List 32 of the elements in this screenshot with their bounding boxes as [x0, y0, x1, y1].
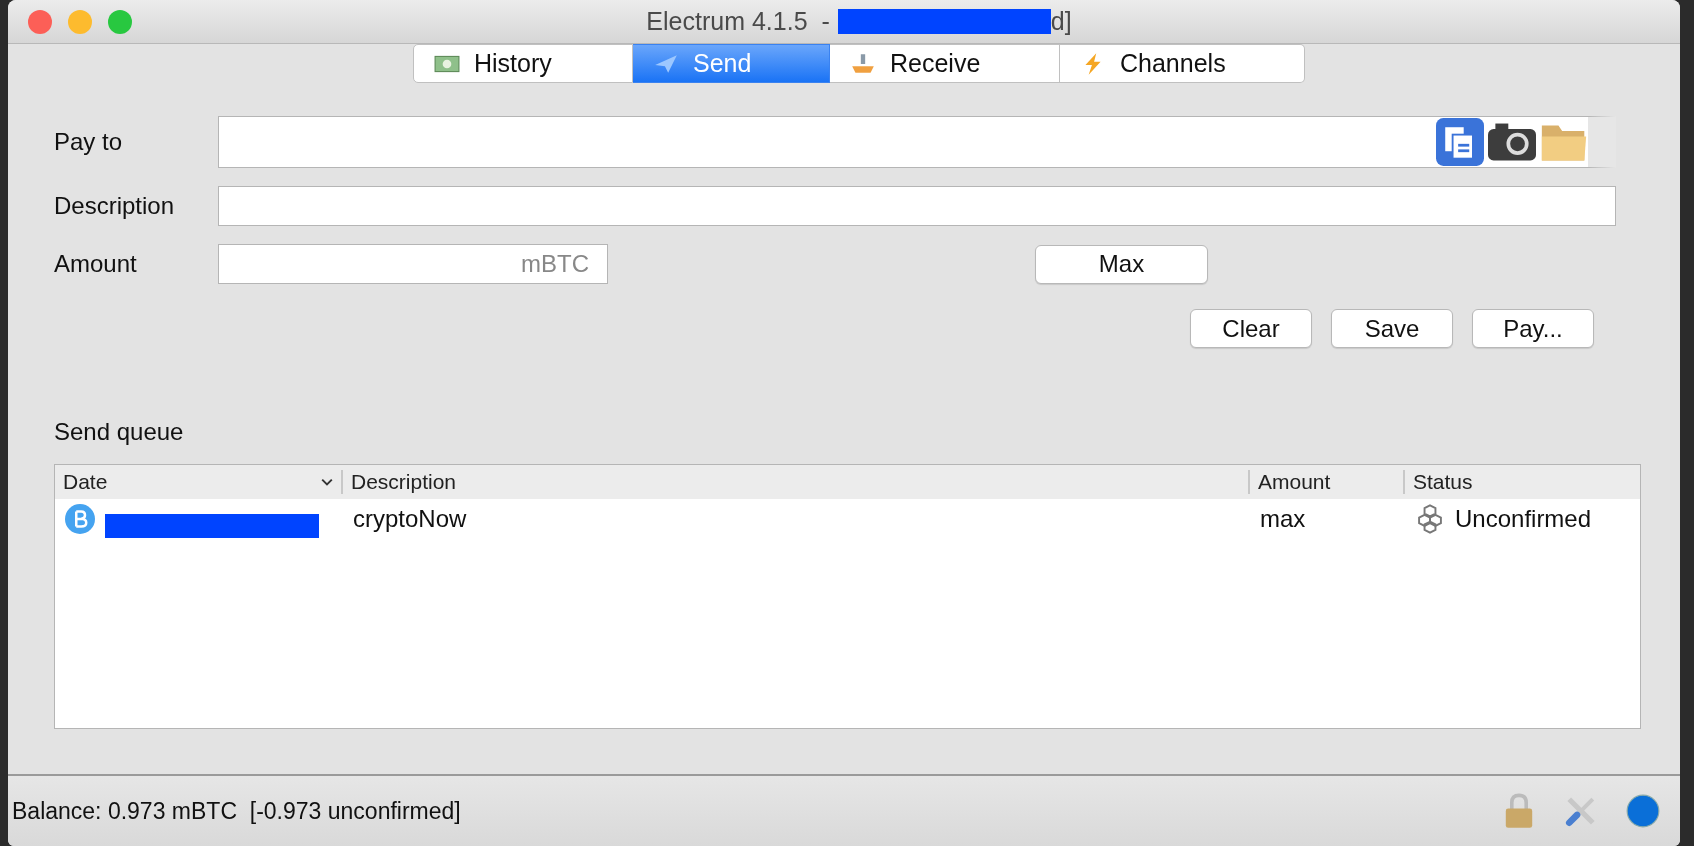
table-cell: max — [1260, 505, 1306, 533]
field-label: Pay to — [54, 128, 124, 156]
network-status-icon[interactable] — [1626, 793, 1660, 829]
tab[interactable]: Receive — [830, 44, 1060, 83]
bitcoin-icon — [65, 504, 95, 534]
column-header[interactable]: Date — [63, 470, 108, 494]
amount-field[interactable]: mBTC — [218, 244, 608, 284]
max-button[interactable]: Max — [1035, 244, 1208, 284]
tab[interactable]: Channels — [1060, 44, 1305, 83]
hexagons-icon — [1415, 504, 1445, 534]
window-title: Electrum 4.1.5 - — [646, 7, 830, 36]
description-field[interactable] — [218, 186, 1616, 226]
balance-text: Balance: 0.973 mBTC [-0.973 unconfirmed] — [12, 797, 461, 825]
field-label: Description — [54, 192, 176, 220]
window-title-tail: d] — [1050, 7, 1072, 36]
section-title: Send queue — [54, 418, 185, 446]
sort-chevron-icon[interactable] — [321, 478, 333, 486]
column-header[interactable]: Status — [1413, 470, 1473, 494]
action-button[interactable]: Save — [1331, 309, 1453, 348]
paste-icon[interactable] — [1436, 118, 1484, 166]
field-label: Amount — [54, 250, 138, 278]
paper-plane-icon — [653, 52, 679, 75]
table-cell: cryptoNow — [353, 505, 467, 533]
zoom-button[interactable] — [108, 9, 132, 34]
column-header[interactable]: Description — [351, 470, 457, 494]
tray-icon — [850, 52, 876, 75]
action-button[interactable]: Pay... — [1472, 309, 1594, 348]
column-header[interactable]: Amount — [1258, 470, 1331, 494]
close-button[interactable] — [28, 9, 52, 34]
tab[interactable]: History — [413, 44, 633, 83]
table-cell: Unconfirmed — [1455, 505, 1592, 533]
action-button[interactable]: Clear — [1190, 309, 1312, 348]
